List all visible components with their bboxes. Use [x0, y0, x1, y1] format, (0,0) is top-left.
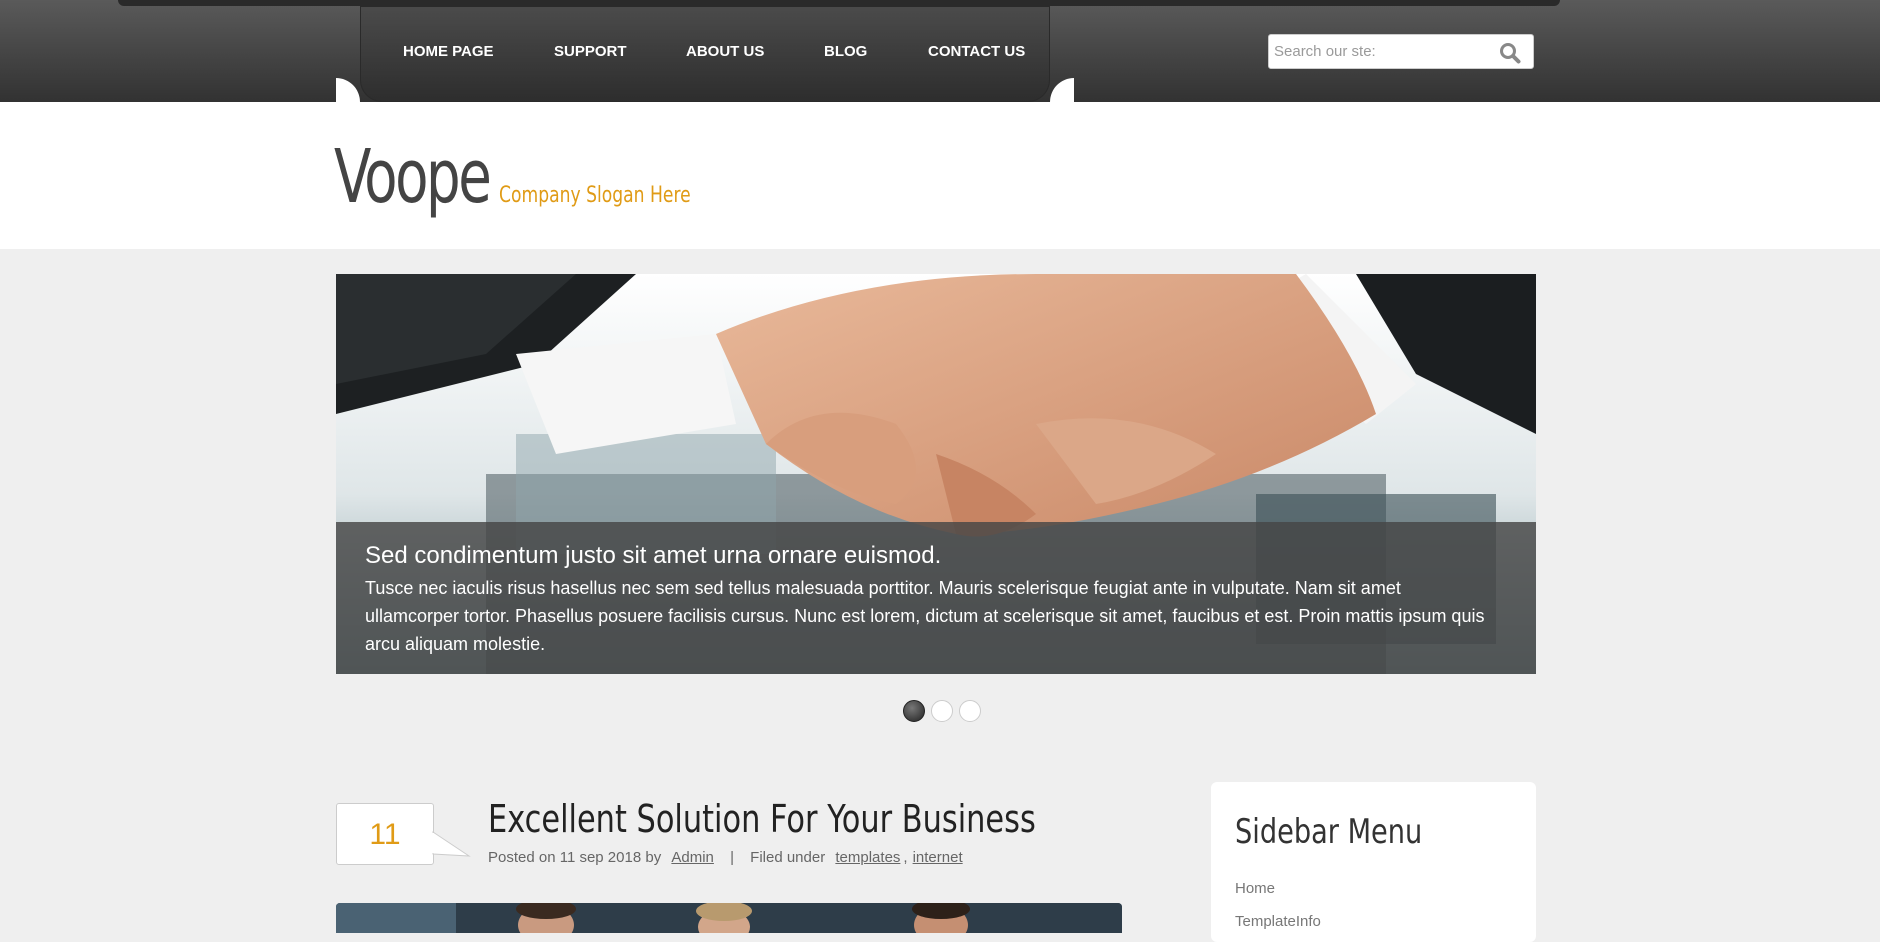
tag-separator: ,: [903, 849, 908, 866]
posted-on-text: Posted on 11 sep 2018 by: [488, 849, 662, 866]
nav-home-page[interactable]: HOME PAGE: [403, 43, 494, 60]
tag-link-internet[interactable]: internet: [913, 849, 963, 866]
site-header: [0, 102, 1880, 249]
search-input[interactable]: [1274, 43, 1489, 60]
nav-blog[interactable]: BLOG: [824, 43, 867, 60]
slide-dot-3[interactable]: [959, 700, 981, 722]
sidebar-item-templateinfo[interactable]: TemplateInfo: [1235, 913, 1321, 930]
slide-dot-2[interactable]: [931, 700, 953, 722]
sidebar-title: Sidebar Menu: [1235, 812, 1423, 852]
caption-title: Sed condimentum justo sit amet urna orna…: [365, 542, 942, 569]
post-author-link[interactable]: Admin: [671, 849, 714, 866]
tag-link-templates[interactable]: templates: [835, 849, 900, 866]
site-logo[interactable]: Voope: [334, 140, 492, 214]
nav-notch-right: [1050, 78, 1074, 102]
company-slogan: Company Slogan Here: [499, 183, 691, 208]
search-box: [1268, 34, 1534, 69]
post-meta: Posted on 11 sep 2018 by Admin | Filed u…: [488, 849, 963, 866]
slide-dot-1[interactable]: [903, 700, 925, 722]
slider-caption: Sed condimentum justo sit amet urna orna…: [336, 522, 1536, 674]
slider-pagination: [903, 700, 981, 722]
nav-notch-left: [336, 78, 360, 102]
hero-slider[interactable]: Sed condimentum justo sit amet urna orna…: [336, 274, 1536, 674]
nav-contact-us[interactable]: CONTACT US: [928, 43, 1025, 60]
sidebar-item-home[interactable]: Home: [1235, 880, 1275, 897]
nav-about-us[interactable]: ABOUT US: [686, 43, 764, 60]
sidebar-menu: Sidebar Menu Home TemplateInfo: [1211, 782, 1536, 942]
badge-tail: [431, 831, 471, 857]
filed-under-text: Filed under: [750, 849, 826, 866]
post-date-badge: 11: [336, 803, 471, 865]
meta-separator: |: [730, 849, 734, 866]
nav-support[interactable]: SUPPORT: [554, 43, 627, 60]
top-navigation-bar: HOME PAGE SUPPORT ABOUT US BLOG CONTACT …: [0, 0, 1880, 102]
post-day: 11: [369, 818, 401, 851]
search-icon[interactable]: [1499, 42, 1521, 64]
post-title[interactable]: Excellent Solution For Your Business: [488, 797, 1036, 841]
caption-text: Tusce nec iaculis risus hasellus nec sem…: [365, 578, 1485, 654]
